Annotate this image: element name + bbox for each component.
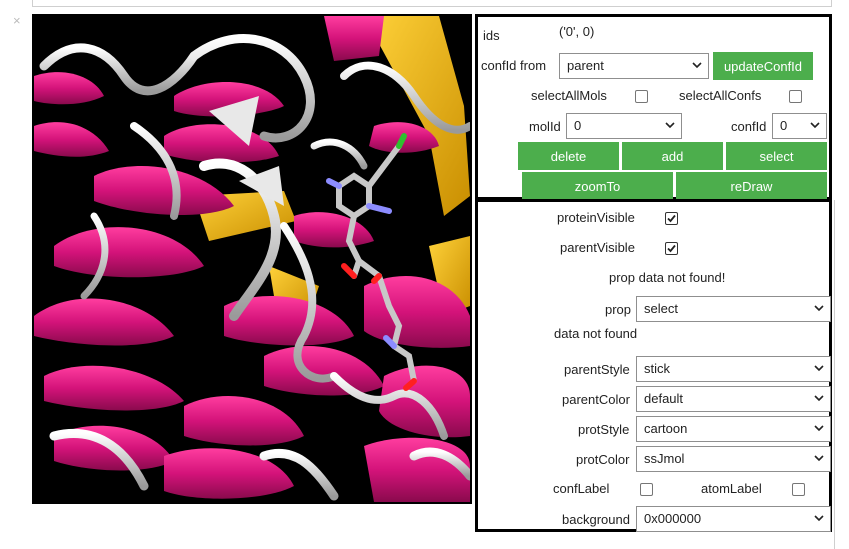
confid-selected-value: 0 <box>780 118 788 133</box>
parent-visible-checkbox[interactable] <box>665 242 678 255</box>
molecule-viewer[interactable] <box>32 14 472 504</box>
conformer-control-panel: ids ('0', 0) confId from parent updateCo… <box>475 14 832 200</box>
previous-cell-output <box>32 0 832 7</box>
zoomto-button[interactable]: zoomTo <box>522 172 673 200</box>
update-confid-button[interactable]: updateConfId <box>713 52 813 80</box>
prot-style-select[interactable]: cartoon <box>636 416 831 442</box>
add-button[interactable]: add <box>622 142 723 170</box>
chevron-down-icon <box>665 122 675 129</box>
checkmark-icon <box>667 244 676 253</box>
background-selected-value: 0x000000 <box>644 511 702 526</box>
prop-select[interactable]: select <box>636 296 831 322</box>
confid-label: confId <box>731 119 767 134</box>
chevron-down-icon <box>692 62 702 69</box>
select-button[interactable]: select <box>726 142 827 170</box>
chevron-down-icon <box>814 365 824 372</box>
prop-selected-value: select <box>644 301 678 316</box>
molid-selected-value: 0 <box>574 118 582 133</box>
molid-label: molId <box>529 119 561 134</box>
confid-from-selected-value: parent <box>567 58 604 73</box>
prot-style-selected-value: cartoon <box>644 421 688 436</box>
protein-visible-label: proteinVisible <box>557 210 635 225</box>
delete-button[interactable]: delete <box>518 142 619 170</box>
confid-select[interactable]: 0 <box>772 113 827 139</box>
ids-label: ids <box>483 28 500 43</box>
checkmark-icon <box>667 214 676 223</box>
prop-message: prop data not found! <box>609 270 726 285</box>
background-select[interactable]: 0x000000 <box>636 506 831 532</box>
atom-label-label: atomLabel <box>701 481 762 496</box>
select-all-mols-label: selectAllMols <box>531 88 607 103</box>
molid-select[interactable]: 0 <box>566 113 682 139</box>
protein-visible-checkbox[interactable] <box>665 212 678 225</box>
parent-color-selected-value: default <box>644 391 684 406</box>
prot-color-select[interactable]: ssJmol <box>636 446 831 472</box>
parent-color-label: parentColor <box>562 392 630 407</box>
parent-style-select[interactable]: stick <box>636 356 831 382</box>
chevron-down-icon <box>814 455 824 462</box>
prot-color-selected-value: ssJmol <box>644 451 685 466</box>
select-all-confs-checkbox[interactable] <box>789 90 802 103</box>
prot-style-label: protStyle <box>578 422 630 437</box>
conf-label-checkbox[interactable] <box>640 483 653 496</box>
conf-label-label: confLabel <box>553 481 610 496</box>
chevron-down-icon <box>810 122 820 129</box>
display-control-panel: proteinVisible parentVisible prop data n… <box>475 199 832 532</box>
parent-style-selected-value: stick <box>644 361 670 376</box>
parent-visible-label: parentVisible <box>560 240 635 255</box>
close-icon[interactable]: × <box>13 14 21 27</box>
background-label: background <box>562 512 630 527</box>
prot-color-label: protColor <box>576 452 630 467</box>
select-all-mols-checkbox[interactable] <box>635 90 648 103</box>
atom-label-checkbox[interactable] <box>792 483 805 496</box>
redraw-button[interactable]: reDraw <box>676 172 827 200</box>
confid-from-select[interactable]: parent <box>559 53 709 79</box>
protein-cartoon-render <box>34 16 470 502</box>
parent-color-select[interactable]: default <box>636 386 831 412</box>
parent-style-label: parentStyle <box>564 362 630 377</box>
confid-from-label: confId from <box>481 58 547 73</box>
chevron-down-icon <box>814 515 824 522</box>
chevron-down-icon <box>814 395 824 402</box>
cell-border <box>834 200 835 549</box>
prop-label: prop <box>605 302 632 317</box>
chevron-down-icon <box>814 425 824 432</box>
select-all-confs-label: selectAllConfs <box>679 88 762 103</box>
data-message: data not found <box>554 326 638 341</box>
ids-value: ('0', 0) <box>559 24 595 39</box>
chevron-down-icon <box>814 305 824 312</box>
